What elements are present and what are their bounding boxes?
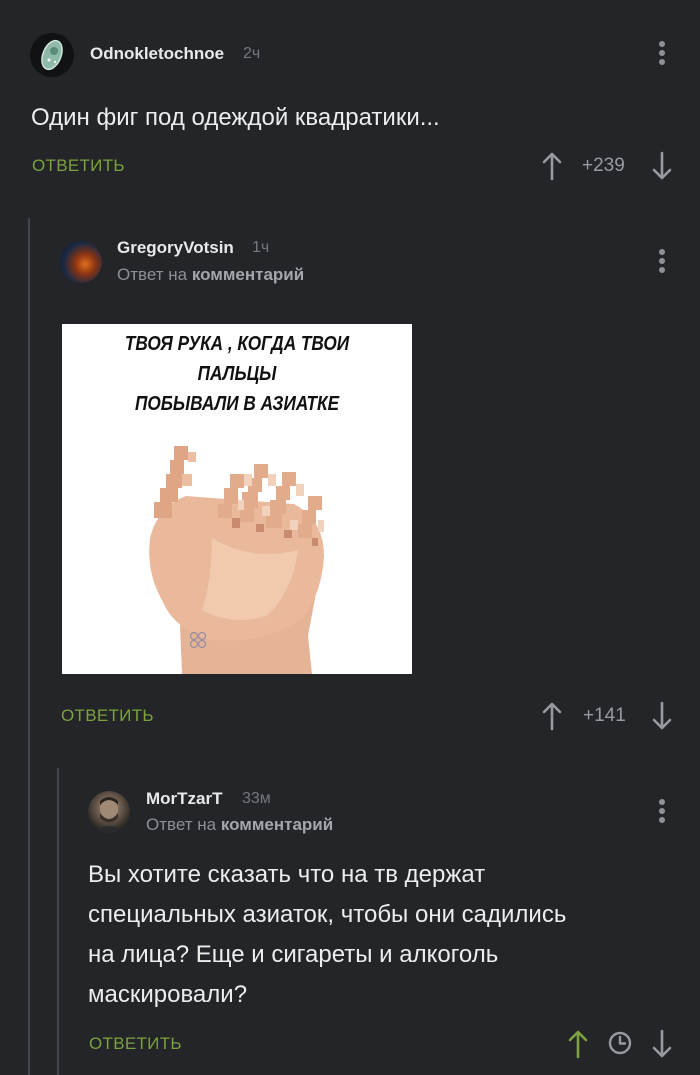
reply-to-comment-link[interactable]: комментарий <box>192 265 304 284</box>
username[interactable]: MorTzarT <box>146 789 223 809</box>
reply-to-prefix: Ответ на <box>146 815 217 834</box>
rating: +141 <box>583 705 626 726</box>
comment-time: 1ч <box>252 239 270 256</box>
reply-to-link[interactable]: Ответ на комментарий <box>146 815 333 835</box>
comment-text-line: специальных азиаток, чтобы они садились <box>88 901 567 928</box>
comment-text-line: на лица? Еще и сигареты и алкоголь <box>88 941 499 968</box>
arrow-up-icon[interactable] <box>539 700 565 732</box>
rating: +239 <box>582 155 625 176</box>
reply-to-comment-link[interactable]: комментарий <box>221 815 333 834</box>
avatar[interactable] <box>60 241 102 283</box>
thread-line[interactable] <box>57 768 59 1075</box>
kebab-menu-icon[interactable] <box>655 799 669 823</box>
avatar[interactable] <box>30 33 74 77</box>
comment-text: Вы хотите сказать что на тв держат специ… <box>88 855 566 1015</box>
comment-text: Один фиг под одеждой квадратики... <box>31 104 440 131</box>
avatar[interactable] <box>88 791 130 833</box>
arrow-down-icon[interactable] <box>649 700 675 732</box>
comment-text-line: Вы хотите сказать что на тв держат <box>88 861 486 888</box>
comment-image[interactable]: ТВОЯ РУКА , КОГДА ТВОИ ПАЛЬЦЫ ПОБЫВАЛИ В… <box>62 324 412 674</box>
pixelated-hand-illustration <box>149 446 324 674</box>
comment-text-line: маскировали? <box>88 981 248 1008</box>
username[interactable]: Odnokletochnoe <box>90 44 224 64</box>
thread-line[interactable] <box>28 218 30 1075</box>
comment-time: 2ч <box>243 45 261 62</box>
reply-to-link[interactable]: Ответ на комментарий <box>117 265 304 285</box>
arrow-up-icon[interactable] <box>565 1028 591 1060</box>
arrow-up-icon[interactable] <box>539 150 565 182</box>
clock-icon <box>608 1031 632 1055</box>
kebab-menu-icon[interactable] <box>655 249 669 273</box>
arrow-down-icon[interactable] <box>649 1028 675 1060</box>
kebab-menu-icon[interactable] <box>655 41 669 65</box>
arrow-down-icon[interactable] <box>649 150 675 182</box>
username[interactable]: GregoryVotsin <box>117 238 234 258</box>
reply-button[interactable]: ОТВЕТИТЬ <box>61 706 154 726</box>
comment-time: 33м <box>242 790 271 807</box>
reply-button[interactable]: ОТВЕТИТЬ <box>32 156 125 176</box>
reply-to-prefix: Ответ на <box>117 265 188 284</box>
reply-button[interactable]: ОТВЕТИТЬ <box>89 1034 182 1054</box>
